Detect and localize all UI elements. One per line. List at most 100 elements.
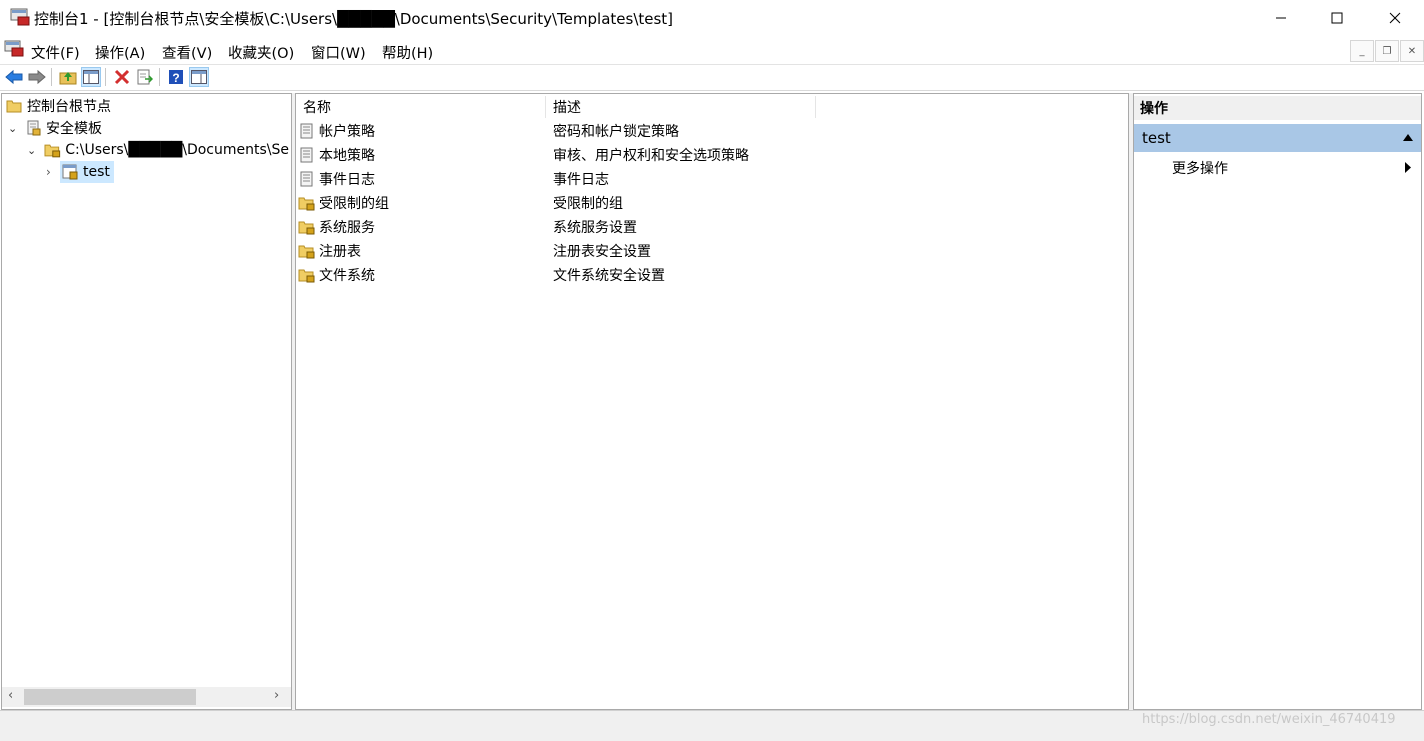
- scroll-right-icon[interactable]: ›: [274, 688, 279, 703]
- help-icon: ?: [169, 70, 183, 85]
- up-folder-icon: [59, 72, 77, 85]
- svg-text:?: ?: [172, 71, 179, 85]
- action-pane-icon: [191, 70, 207, 84]
- maximize-button[interactable]: [1314, 0, 1360, 36]
- tree-pane: [1, 93, 292, 710]
- list-item-description: 密码和帐户锁定策略: [553, 124, 679, 140]
- watermark: https://blog.csdn.net/weixin_46740419: [1142, 712, 1396, 727]
- back-icon: [5, 69, 23, 85]
- scroll-left-icon[interactable]: ‹: [8, 688, 13, 703]
- toolbar-separator: [105, 68, 106, 86]
- list-item[interactable]: 帐户策略 密码和帐户锁定策略: [298, 119, 818, 143]
- forward-icon: [28, 69, 46, 85]
- show-tree-icon: [83, 70, 99, 84]
- export-icon: [137, 69, 153, 85]
- window-title: 控制台1 - [控制台根节点\安全模板\C:\Users\█████\Docum…: [34, 10, 674, 28]
- toolbar-separator: [51, 68, 52, 86]
- list-item-description: 系统服务设置: [553, 220, 637, 236]
- close-button[interactable]: [1372, 0, 1418, 36]
- list-item-name: 帐户策略: [319, 124, 375, 140]
- list-item-name: 事件日志: [319, 172, 375, 188]
- menu-view[interactable]: 查看(V): [162, 42, 212, 63]
- list-item-name: 本地策略: [319, 148, 375, 164]
- security-templates-icon: [27, 120, 41, 136]
- chevron-down-icon[interactable]: ⌄: [27, 144, 41, 157]
- export-list-button[interactable]: [135, 67, 155, 87]
- tree-item-root[interactable]: 控制台根节点: [6, 95, 111, 117]
- show-hide-action-pane-button[interactable]: [189, 67, 209, 87]
- policy-icon: [300, 147, 313, 163]
- list-item[interactable]: 本地策略 审核、用户权利和安全选项策略: [298, 143, 818, 167]
- toolbar: [0, 65, 1424, 91]
- collapse-icon[interactable]: [1403, 134, 1413, 141]
- menu-file[interactable]: 文件(F): [31, 42, 80, 63]
- submenu-arrow-icon: [1405, 162, 1411, 173]
- menu-action[interactable]: 操作(A): [95, 42, 145, 63]
- minimize-button[interactable]: [1258, 0, 1304, 36]
- close-icon: [1389, 12, 1401, 24]
- list-item-description: 文件系统安全设置: [553, 268, 665, 284]
- action-pane: [1133, 93, 1422, 710]
- list-item[interactable]: 受限制的组 受限制的组: [298, 191, 818, 215]
- action-pane-header: 操作: [1134, 96, 1421, 120]
- list-item[interactable]: 文件系统 文件系统安全设置: [298, 263, 818, 287]
- list-item-description: 注册表安全设置: [553, 244, 651, 260]
- action-section-header[interactable]: test: [1134, 124, 1421, 152]
- more-actions-label: 更多操作: [1172, 161, 1228, 177]
- locked-folder-icon: [298, 245, 315, 259]
- menu-window[interactable]: 窗口(W): [311, 42, 366, 63]
- tree-item-label: 安全模板: [46, 121, 102, 137]
- list-item[interactable]: 系统服务 系统服务设置: [298, 215, 818, 239]
- list-item[interactable]: 事件日志 事件日志: [298, 167, 818, 191]
- locked-folder-icon: [298, 269, 315, 283]
- help-button[interactable]: ?: [166, 67, 186, 87]
- forward-button[interactable]: [27, 67, 47, 87]
- tree-item-label: test: [83, 164, 110, 180]
- console-icon[interactable]: [4, 40, 24, 58]
- locked-folder-icon: [298, 221, 315, 235]
- list-rows: 帐户策略 密码和帐户锁定策略 本地策略 审核、用户权利和安全选项策略 事件日志 …: [298, 119, 818, 287]
- list-item-name: 受限制的组: [319, 196, 389, 212]
- list-item-description: 事件日志: [553, 172, 609, 188]
- policy-icon: [300, 123, 313, 139]
- tree-item-path[interactable]: ⌄ C:\Users\█████\Documents\Se: [27, 139, 289, 161]
- chevron-right-icon[interactable]: ›: [46, 165, 60, 179]
- menu-bar: [0, 36, 1424, 65]
- tree-item-label: C:\Users\█████\Documents\Se: [65, 142, 289, 158]
- maximize-icon: [1331, 12, 1343, 24]
- delete-button[interactable]: [112, 67, 132, 87]
- list-item-description: 审核、用户权利和安全选项策略: [553, 148, 749, 164]
- list-item-name: 注册表: [319, 244, 361, 260]
- scrollbar-thumb[interactable]: [24, 689, 196, 705]
- column-header-description[interactable]: 描述: [546, 96, 816, 118]
- tree-item-selection: test: [60, 161, 114, 183]
- mmc-app-icon: [10, 8, 30, 26]
- list-item[interactable]: 注册表 注册表安全设置: [298, 239, 818, 263]
- locked-folder-icon: [44, 144, 60, 158]
- mdi-close-button[interactable]: ✕: [1400, 40, 1424, 62]
- mdi-minimize-button[interactable]: _: [1350, 40, 1374, 62]
- folder-icon: [6, 100, 22, 113]
- chevron-down-icon[interactable]: ⌄: [8, 122, 22, 135]
- more-actions-item[interactable]: 更多操作: [1134, 156, 1421, 180]
- list-item-description: 受限制的组: [553, 196, 623, 212]
- locked-folder-icon: [298, 197, 315, 211]
- menu-favorites[interactable]: 收藏夹(O): [228, 42, 294, 63]
- policy-icon: [300, 171, 313, 187]
- mdi-restore-button[interactable]: ❐: [1375, 40, 1399, 62]
- delete-icon: [114, 69, 130, 85]
- up-one-level-button[interactable]: [58, 67, 78, 87]
- toolbar-separator: [159, 68, 160, 86]
- action-section-title: test: [1142, 129, 1171, 147]
- tree-item-label: 控制台根节点: [27, 99, 111, 115]
- tree-horizontal-scrollbar[interactable]: ‹ ›: [2, 687, 291, 707]
- list-item-name: 文件系统: [319, 268, 375, 284]
- show-hide-tree-button[interactable]: [81, 67, 101, 87]
- tree-item-test[interactable]: › test: [46, 161, 114, 183]
- menu-help[interactable]: 帮助(H): [382, 42, 433, 63]
- tree-item-templates[interactable]: ⌄ 安全模板: [8, 117, 102, 139]
- column-header-name[interactable]: 名称: [296, 96, 546, 118]
- back-button[interactable]: [4, 67, 24, 87]
- template-icon: [62, 164, 78, 180]
- list-item-name: 系统服务: [319, 220, 375, 236]
